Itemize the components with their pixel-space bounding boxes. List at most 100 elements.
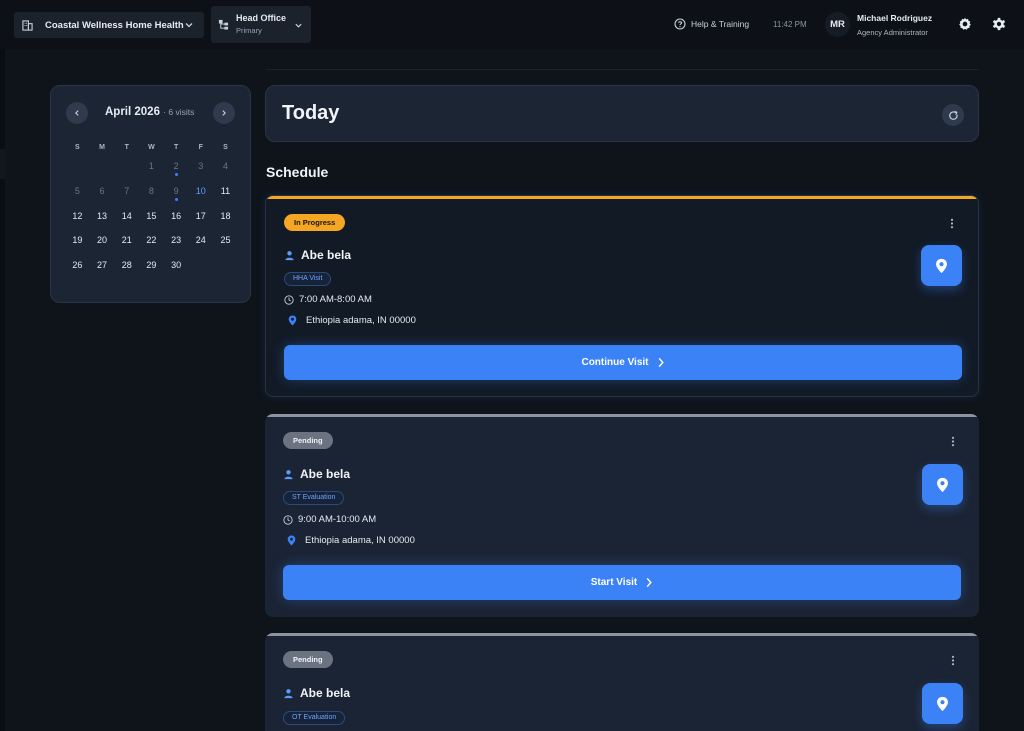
next-month-button[interactable] [213, 102, 235, 124]
start-visit-button[interactable]: Start Visit [283, 565, 961, 600]
calendar-day[interactable]: 19 [65, 230, 90, 255]
calendar-day[interactable]: 2 [164, 156, 189, 181]
calendar-day[interactable]: 24 [188, 230, 213, 255]
top-bar: Coastal Wellness Home Health Head Office… [0, 0, 1024, 49]
calendar-empty-cell [114, 156, 139, 181]
clock-icon [283, 514, 293, 525]
status-bar [266, 196, 978, 199]
start-visit-label: Start Visit [590, 577, 638, 588]
weekday-label: W [148, 144, 155, 151]
refresh-button[interactable] [942, 104, 964, 126]
calendar-day-number: 12 [72, 210, 83, 221]
status-badge: Pending [283, 432, 333, 449]
calendar-day-selected[interactable]: 10 [188, 177, 214, 206]
calendar-day-number: 13 [97, 210, 108, 221]
calendar-day[interactable]: 5 [65, 181, 90, 206]
chevron-left-icon [75, 110, 79, 116]
patient-name[interactable]: Abe bela [300, 467, 350, 481]
calendar-day-number: 3 [198, 161, 204, 171]
calendar-day[interactable]: 7 [114, 181, 139, 206]
hierarchy-icon [218, 19, 229, 30]
calendar-day[interactable]: 6 [90, 181, 115, 206]
calendar-day[interactable]: 1 [139, 156, 164, 181]
calendar-day[interactable]: 3 [188, 156, 213, 181]
calendar-day[interactable]: 16 [164, 206, 189, 231]
clock: 11:42 PM [773, 20, 807, 29]
patient-name[interactable]: Abe bela [300, 686, 350, 700]
help-circle-icon [674, 18, 686, 30]
calendar-day[interactable]: 30 [164, 255, 189, 280]
calendar-day[interactable]: 15 [139, 206, 164, 231]
calendar-day-number: 19 [72, 235, 83, 246]
calendar-day-number: 25 [220, 235, 231, 246]
avatar[interactable]: MR [825, 12, 850, 37]
calendar-day-number: 14 [121, 210, 132, 221]
person-icon [284, 469, 293, 479]
calendar-day-number: 22 [146, 235, 157, 246]
patient-name[interactable]: Abe bela [301, 248, 351, 262]
calendar-empty-cell [65, 156, 90, 181]
weekday-label: T [173, 144, 179, 151]
status-bar [265, 633, 979, 636]
visit-card: Pending Abe bela ST Evaluation 9:00 AM-1… [265, 414, 979, 617]
calendar-day[interactable]: 23 [164, 230, 189, 255]
building-icon [22, 19, 33, 31]
map-button[interactable] [922, 683, 963, 724]
calendar-day[interactable]: 29 [139, 255, 164, 280]
calendar-day[interactable]: 27 [90, 255, 115, 280]
chevron-right-icon [646, 577, 653, 588]
office-subtitle: Primary [236, 26, 262, 35]
location-pin-icon [936, 258, 947, 273]
office-title: Head Office [236, 13, 287, 23]
location-pin-icon [937, 477, 948, 492]
calendar-day-number: 7 [124, 185, 130, 196]
calendar-day[interactable]: 8 [139, 181, 164, 206]
map-button[interactable] [922, 464, 963, 505]
help-training-link[interactable]: Help & Training [674, 18, 749, 30]
office-selector[interactable]: Head Office Primary [211, 6, 311, 43]
calendar-day[interactable]: 26 [65, 255, 90, 280]
visit-indicator-dot [174, 197, 178, 201]
calendar-day[interactable]: 4 [213, 156, 238, 181]
more-options-icon[interactable] [951, 436, 955, 447]
calendar-day[interactable]: 25 [213, 230, 238, 255]
map-button[interactable] [921, 245, 962, 286]
calendar-day-number: 28 [121, 260, 132, 271]
continue-visit-button[interactable]: Continue Visit [284, 345, 962, 380]
calendar-day[interactable]: 28 [114, 255, 139, 280]
more-options-icon[interactable] [950, 218, 954, 229]
settings-icon[interactable] [958, 17, 972, 31]
calendar-day[interactable]: 13 [90, 206, 115, 231]
visit-time: 9:00 AM-10:00 AM [283, 514, 376, 525]
calendar-day-number: 18 [220, 210, 231, 221]
visit-card: In Progress Abe bela HHA Visit 7:00 AM-8… [265, 195, 979, 397]
calendar-day[interactable]: 9 [164, 181, 189, 206]
user-name[interactable]: Michael Rodriguez [857, 13, 932, 23]
calendar-day[interactable]: 22 [139, 230, 164, 255]
organization-selector[interactable]: Coastal Wellness Home Health [14, 12, 204, 38]
calendar-day-number: 8 [148, 185, 154, 196]
today-header: Today [265, 85, 979, 142]
calendar-day-number: 6 [99, 185, 105, 196]
visit-type-badge: ST Evaluation [283, 491, 345, 505]
gear-icon[interactable] [992, 17, 1006, 31]
more-options-icon[interactable] [951, 655, 955, 666]
weekday-label: S [223, 144, 228, 151]
visit-address: Ethiopia adama, IN 00000 [287, 535, 415, 546]
calendar-day[interactable]: 11 [213, 181, 238, 206]
calendar-day[interactable]: 12 [65, 206, 90, 231]
calendar-day[interactable]: 21 [114, 230, 139, 255]
previous-month-button[interactable] [66, 102, 88, 124]
calendar-day[interactable]: 14 [114, 206, 139, 231]
calendar-day-number: 5 [74, 185, 80, 196]
calendar-day[interactable]: 17 [188, 206, 213, 231]
calendar-week: 26 27 28 29 30 [65, 255, 238, 280]
clock-icon [284, 294, 294, 305]
status-badge: Pending [283, 651, 333, 668]
weekday-label: S [75, 144, 80, 151]
calendar-day[interactable]: 20 [90, 230, 115, 255]
calendar-day[interactable]: 18 [213, 206, 238, 231]
calendar-week: 5 6 7 8 9 10 11 [65, 177, 238, 206]
organization-name: Coastal Wellness Home Health [45, 19, 184, 31]
calendar-day-number: 16 [171, 210, 182, 221]
